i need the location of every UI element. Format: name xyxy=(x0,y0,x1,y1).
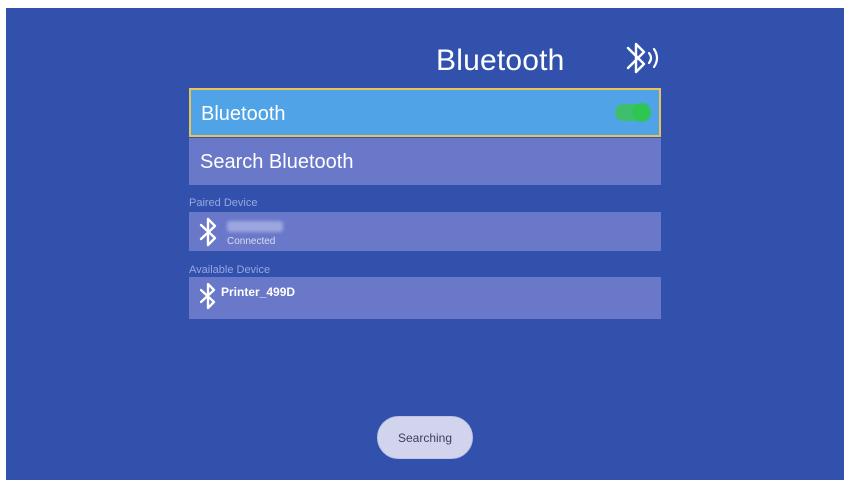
bluetooth-toggle-label: Bluetooth xyxy=(201,103,286,125)
bluetooth-icon xyxy=(199,217,217,247)
bluetooth-audio-icon xyxy=(626,42,659,74)
searching-button[interactable]: Searching xyxy=(377,416,473,459)
search-bluetooth-row[interactable]: Search Bluetooth xyxy=(189,138,661,185)
search-bluetooth-label: Search Bluetooth xyxy=(200,151,354,173)
paired-device-status: Connected xyxy=(227,236,276,247)
bluetooth-toggle-switch[interactable] xyxy=(615,103,651,122)
page-title: Bluetooth xyxy=(436,44,565,77)
bluetooth-settings-screen: Bluetooth Bluetooth Search Bluetooth Pai… xyxy=(6,8,844,480)
available-device-item[interactable]: Printer_499D xyxy=(189,277,661,319)
paired-device-name-redacted xyxy=(227,221,283,232)
available-device-name: Printer_499D xyxy=(221,285,296,299)
available-device-heading: Available Device xyxy=(189,264,271,276)
bluetooth-toggle-row[interactable]: Bluetooth xyxy=(189,88,661,137)
toggle-knob xyxy=(632,103,651,122)
paired-device-item[interactable]: Connected xyxy=(189,212,661,251)
paired-device-heading: Paired Device xyxy=(189,197,258,209)
bluetooth-icon xyxy=(199,282,216,310)
